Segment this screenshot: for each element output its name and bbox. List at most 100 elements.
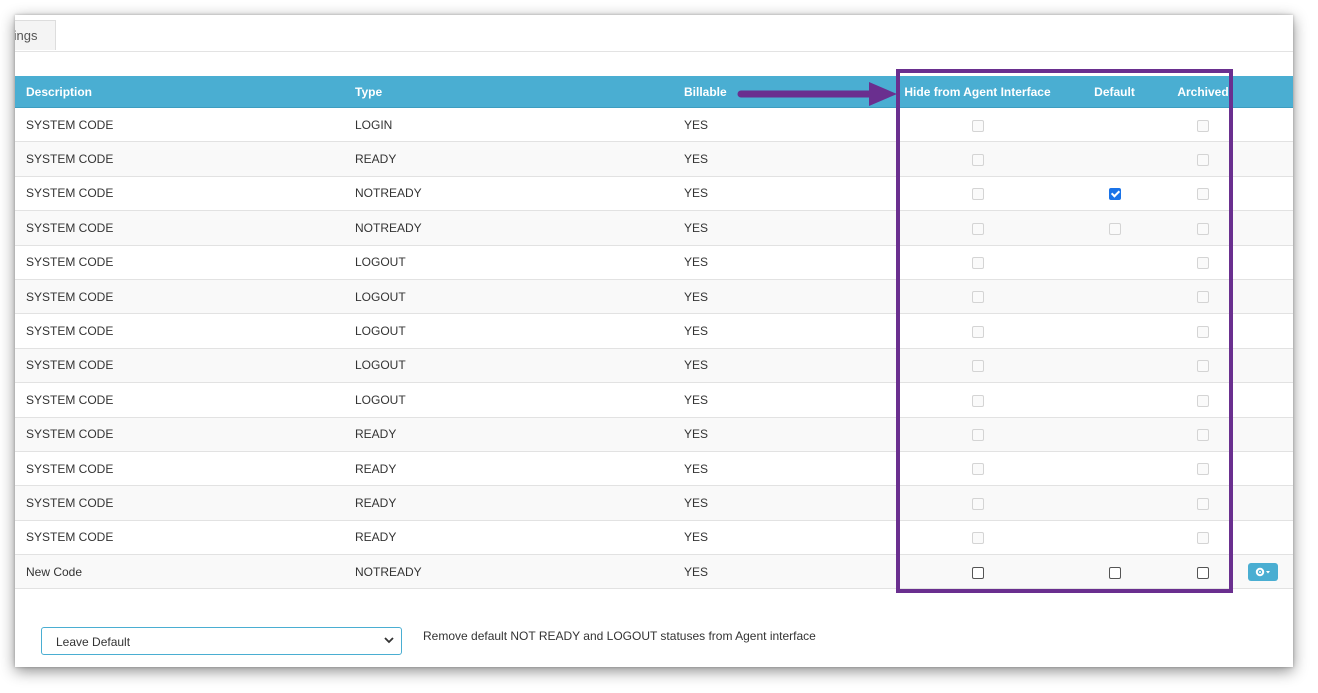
hide-from-agent-checkbox [971, 394, 984, 407]
tab-settings-label: tings [15, 28, 38, 43]
hide-from-agent-cell [899, 451, 1056, 487]
hide-from-agent-checkbox [971, 532, 984, 545]
description-cell: SYSTEM CODE [15, 382, 355, 418]
settings-window: tings Description Type Billable Hide fro… [15, 15, 1293, 667]
archived-checkbox [1197, 325, 1209, 338]
billable-cell: YES [684, 348, 899, 384]
description-cell: SYSTEM CODE [15, 245, 355, 280]
type-cell: READY [355, 141, 684, 177]
description-cell: SYSTEM CODE [15, 417, 355, 452]
type-cell: READY [355, 520, 684, 556]
archived-checkbox [1197, 291, 1209, 304]
table-row: SYSTEM CODE LOGOUT YES [15, 279, 1293, 315]
archived-checkbox [1197, 188, 1209, 201]
type-cell: LOGOUT [355, 245, 684, 280]
actions-cell [1233, 417, 1293, 452]
default-cell [1056, 382, 1173, 418]
table-row: SYSTEM CODE LOGOUT YES [15, 382, 1293, 418]
hide-from-agent-cell [899, 245, 1056, 280]
hide-from-agent-cell [899, 554, 1056, 590]
archived-checkbox [1197, 222, 1209, 235]
archived-cell [1173, 141, 1233, 177]
archived-cell [1173, 279, 1233, 315]
hide-from-agent-checkbox [971, 222, 984, 235]
actions-cell [1233, 313, 1293, 349]
column-header-billable[interactable]: Billable [684, 76, 899, 108]
default-cell [1056, 417, 1173, 452]
default-checkbox[interactable] [1108, 188, 1121, 201]
archived-checkbox [1197, 360, 1209, 373]
hide-from-agent-checkbox [971, 325, 984, 338]
table-row: SYSTEM CODE LOGOUT YES [15, 245, 1293, 280]
default-cell [1056, 520, 1173, 556]
archived-checkbox [1197, 257, 1209, 270]
billable-cell: YES [684, 520, 899, 556]
type-cell: NOTREADY [355, 176, 684, 212]
archived-cell [1173, 451, 1233, 487]
type-cell: NOTREADY [355, 554, 684, 590]
column-header-hide[interactable]: Hide from Agent Interface [899, 76, 1056, 108]
description-cell: SYSTEM CODE [15, 107, 355, 143]
hide-from-agent-cell [899, 417, 1056, 452]
hide-from-agent-checkbox[interactable] [971, 566, 984, 579]
default-cell [1056, 554, 1173, 590]
column-header-default[interactable]: Default [1056, 76, 1173, 108]
actions-cell [1233, 348, 1293, 384]
hide-from-agent-cell [899, 382, 1056, 418]
table-row: SYSTEM CODE LOGOUT YES [15, 348, 1293, 384]
hide-from-agent-cell [899, 176, 1056, 212]
actions-cell [1233, 176, 1293, 212]
type-cell: LOGOUT [355, 382, 684, 418]
hide-from-agent-checkbox [971, 257, 984, 270]
column-header-archived[interactable]: Archived [1173, 76, 1233, 108]
row-actions-button[interactable] [1248, 562, 1278, 581]
hide-from-agent-cell [899, 279, 1056, 315]
hide-from-agent-checkbox [971, 497, 984, 510]
description-cell: SYSTEM CODE [15, 279, 355, 315]
status-codes-table: Description Type Billable Hide from Agen… [15, 76, 1293, 590]
archived-checkbox[interactable] [1197, 566, 1209, 579]
default-checkbox [1108, 222, 1121, 235]
description-cell: SYSTEM CODE [15, 348, 355, 384]
default-cell [1056, 451, 1173, 487]
archived-cell [1173, 348, 1233, 384]
archived-cell [1173, 382, 1233, 418]
archived-cell [1173, 313, 1233, 349]
archived-checkbox [1197, 153, 1209, 166]
actions-cell [1233, 554, 1293, 590]
default-cell [1056, 348, 1173, 384]
archived-checkbox [1197, 532, 1209, 545]
chevron-down-icon [384, 637, 394, 644]
table-row: SYSTEM CODE READY YES [15, 520, 1293, 556]
hide-from-agent-cell [899, 520, 1056, 556]
billable-cell: YES [684, 485, 899, 521]
column-header-type[interactable]: Type [355, 76, 684, 108]
table-row: SYSTEM CODE READY YES [15, 451, 1293, 487]
actions-cell [1233, 485, 1293, 521]
hide-from-agent-checkbox [971, 360, 984, 373]
default-behavior-select[interactable]: Leave Default [41, 627, 402, 655]
column-header-description[interactable]: Description [15, 76, 355, 108]
actions-cell [1233, 451, 1293, 487]
type-cell: LOGOUT [355, 348, 684, 384]
default-checkbox[interactable] [1108, 566, 1121, 579]
archived-cell [1173, 176, 1233, 212]
tab-settings[interactable]: tings [15, 20, 56, 50]
type-cell: READY [355, 417, 684, 452]
table-row: SYSTEM CODE LOGOUT YES [15, 313, 1293, 349]
table-body: SYSTEM CODE LOGIN YES SYSTEM CODE READY YES SY… [15, 107, 1293, 590]
description-cell: SYSTEM CODE [15, 210, 355, 246]
billable-cell: YES [684, 107, 899, 143]
archived-cell [1173, 520, 1233, 556]
description-cell: SYSTEM CODE [15, 176, 355, 212]
archived-cell [1173, 554, 1233, 590]
actions-cell [1233, 245, 1293, 280]
hide-from-agent-checkbox [971, 119, 984, 132]
actions-cell [1233, 141, 1293, 177]
help-text: Remove default NOT READY and LOGOUT stat… [423, 629, 816, 643]
hide-from-agent-cell [899, 348, 1056, 384]
archived-cell [1173, 245, 1233, 280]
billable-cell: YES [684, 176, 899, 212]
default-cell [1056, 176, 1173, 212]
default-cell [1056, 141, 1173, 177]
